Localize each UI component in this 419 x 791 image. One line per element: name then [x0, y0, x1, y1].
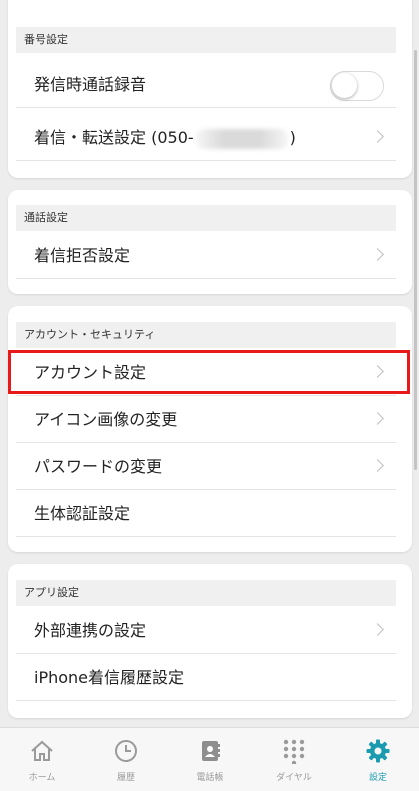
chevron-right-icon	[371, 365, 384, 378]
gear-icon	[366, 739, 390, 763]
tab-settings-label: 設定	[368, 773, 387, 783]
section-header-call: 通話設定	[16, 205, 396, 231]
tab-history[interactable]: 履歴	[84, 728, 168, 791]
home-icon	[31, 740, 53, 761]
tab-contacts-label: 電話帳	[196, 773, 224, 783]
call-recording-toggle[interactable]	[330, 71, 384, 101]
chevron-right-icon	[371, 459, 384, 472]
tab-home-label: ホーム	[28, 773, 56, 783]
account-settings-label: アカウント設定	[34, 363, 147, 382]
chevron-right-icon	[371, 412, 384, 425]
integration-row[interactable]: 外部連携の設定	[16, 608, 396, 654]
biometric-label: 生体認証設定	[34, 504, 131, 523]
tab-home[interactable]: ホーム	[0, 728, 84, 791]
chevron-right-icon	[371, 248, 384, 261]
tab-dial[interactable]: ダイヤル	[252, 728, 336, 791]
clock-icon	[115, 740, 137, 762]
section-header-app: アプリ設定	[16, 580, 396, 606]
biometric-row[interactable]: 生体認証設定	[16, 491, 396, 537]
call-recording-label: 発信時通話録音	[34, 75, 147, 94]
iphone-history-label: iPhone着信履歴設定	[34, 668, 185, 687]
call-recording-row: 発信時通話録音	[16, 62, 396, 108]
tab-contacts[interactable]: 電話帳	[168, 728, 252, 791]
section-header-account: アカウント・セキュリティ	[16, 322, 396, 348]
account-settings-row[interactable]: アカウント設定	[16, 350, 396, 396]
icon-change-label: アイコン画像の変更	[34, 410, 178, 429]
section-header-number: 番号設定	[16, 27, 396, 53]
forwarding-label-prefix: 着信・転送設定 (050-	[34, 128, 194, 147]
forwarding-settings-label: 着信・転送設定 (050-)	[34, 115, 296, 161]
call-block-row[interactable]: 着信拒否設定	[16, 233, 396, 279]
toggle-knob	[332, 73, 357, 98]
scrollbar[interactable]	[414, 50, 417, 470]
settings-scroll-area[interactable]: 番号設定 発信時通話録音 着信・転送設定 (050-) 通話設定 着信拒否設定 …	[0, 0, 419, 727]
tab-dial-label: ダイヤル	[276, 773, 312, 783]
tab-bar: ホーム 履歴 電話帳 ダイヤル 設定	[0, 727, 419, 791]
forwarding-label-suffix: )	[289, 128, 296, 147]
chevron-right-icon	[371, 623, 384, 636]
tab-history-label: 履歴	[116, 773, 135, 783]
password-change-row[interactable]: パスワードの変更	[16, 444, 396, 490]
chevron-right-icon	[371, 130, 384, 143]
contacts-book-icon	[202, 741, 220, 761]
redacted-number	[195, 128, 288, 149]
dialpad-icon	[283, 739, 305, 764]
password-change-label: パスワードの変更	[34, 457, 163, 476]
iphone-history-row[interactable]: iPhone着信履歴設定	[16, 655, 396, 701]
forwarding-settings-row[interactable]: 着信・転送設定 (050-)	[16, 115, 396, 161]
integration-label: 外部連携の設定	[34, 621, 147, 640]
icon-change-row[interactable]: アイコン画像の変更	[16, 397, 396, 443]
tab-settings[interactable]: 設定	[336, 728, 419, 791]
call-block-label: 着信拒否設定	[34, 246, 131, 265]
